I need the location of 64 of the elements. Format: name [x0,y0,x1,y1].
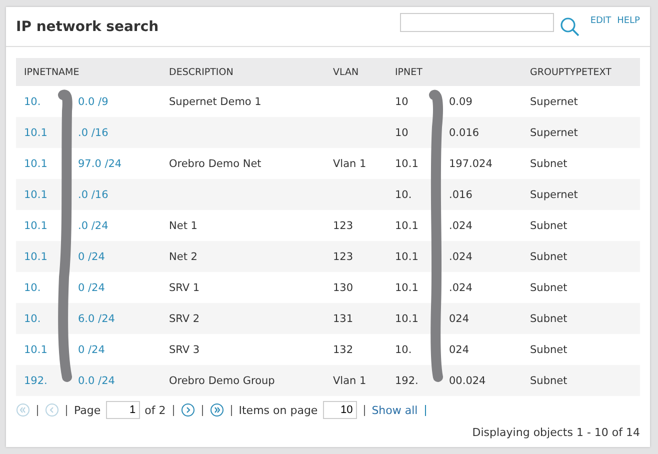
ipnetname-link[interactable]: 10.1 .0 /16 [24,188,108,200]
column-header[interactable]: DESCRIPTION [161,66,325,78]
table-cell: 10. .016 [395,188,472,200]
table-cell: 10. 024 [395,344,470,356]
table-cell: Orebro Demo Net [169,158,262,170]
ipnetname-link[interactable]: 10. 0 /24 [24,282,105,294]
table-cell: Subnet [530,312,568,324]
table-cell: Subnet [530,282,568,294]
table-cell: SRV 3 [169,344,200,356]
items-per-page-label: Items on page [238,404,318,416]
table-cell: Supernet [530,96,578,108]
header-link[interactable]: HELP [617,16,640,26]
table-cell: Vlan 1 [333,158,366,170]
table-cell: 10.1 .024 [395,282,472,294]
table-cell: 132 [333,344,354,356]
table-cell: Net 2 [169,250,198,262]
ipnetname-link[interactable]: 10. 6.0 /24 [24,312,115,324]
table-cell: 123 [333,250,354,262]
page-field[interactable]: 1 [106,401,140,419]
table-cell: 10 0.016 [395,126,480,138]
table-cell: 10.1 .024 [395,250,472,262]
ipnetname-link[interactable]: 10.1 0 /24 [24,344,105,356]
panel-title: IP network search [16,18,160,34]
table-cell: 130 [333,282,354,294]
table-cell: Supernet [530,126,578,138]
next-page-icon[interactable] [180,403,195,417]
ipnetname-link[interactable]: 192. 0.0 /24 [24,374,115,386]
table-cell: Vlan 1 [333,374,366,386]
table-cell: 10.1 197.024 [395,158,492,170]
table-cell: 10.1 .024 [395,220,472,232]
table-cell: 10 0.09 [395,96,472,108]
table-cell: Supernet [530,188,578,200]
search-field[interactable] [400,13,554,32]
page-count: of 2 [144,404,166,416]
table-cell: Subnet [530,250,568,262]
show-all-link[interactable]: Show all [372,404,418,416]
search-icon[interactable] [560,16,580,36]
header-link[interactable]: EDIT [590,16,612,26]
table-cell: 192. 00.024 [395,374,486,386]
column-header[interactable]: IPNETNAME [16,66,161,78]
table-cell: Subnet [530,374,568,386]
column-header[interactable]: IPNET [387,66,522,78]
column-header[interactable]: GROUPTYPETEXT [522,66,640,78]
table-cell: Subnet [530,158,568,170]
table-cell: SRV 2 [169,312,200,324]
items-per-page-field[interactable]: 10 [322,401,357,419]
table-cell: Subnet [530,220,568,232]
column-header[interactable]: VLAN [325,66,387,78]
ipnetname-link[interactable]: 10.1 .0 /24 [24,220,108,232]
table-cell: Net 1 [169,220,198,232]
table-cell: SRV 1 [169,282,200,294]
table-cell: Orebro Demo Group [169,374,275,386]
table-cell: Supernet Demo 1 [169,96,262,108]
table-cell: 131 [333,312,354,324]
ipnetname-link[interactable]: 10.1 0 /24 [24,250,105,262]
ipnetname-link[interactable]: 10. 0.0 /9 [24,96,108,108]
ipnetname-link[interactable]: 10.1 97.0 /24 [24,158,122,170]
page-label: Page [74,404,101,416]
last-page-icon[interactable] [210,403,224,417]
table-cell: 123 [333,220,354,232]
table-cell: Subnet [530,344,568,356]
ipnetname-link[interactable]: 10.1 .0 /16 [24,126,108,138]
table-cell: 10.1 024 [395,312,470,324]
status-text: Displaying objects 1 - 10 of 14 [471,426,640,439]
